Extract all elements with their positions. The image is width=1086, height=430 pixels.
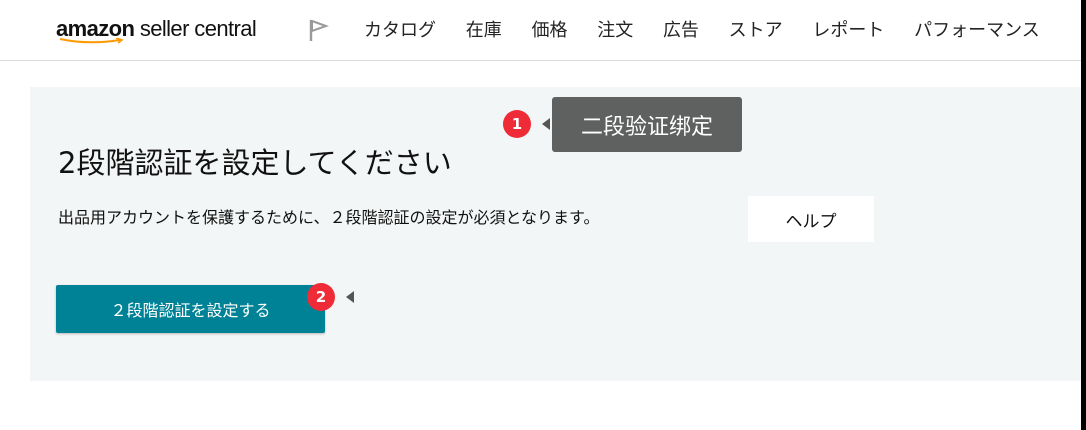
step-badge-1: 1 [503,110,531,138]
page-title: 2段階認証を設定してください [58,146,452,181]
nav-item-advertising[interactable]: 広告 [663,18,699,44]
nav-item-stores[interactable]: ストア [729,18,783,44]
top-navigation-bar: amazon seller central カタログ 在庫 価格 注文 広告 ス… [0,0,1083,61]
arrow-left-icon [346,291,354,303]
nav-item-performance[interactable]: パフォーマンス [914,18,1040,44]
window-edge-divider [1081,0,1086,430]
nav-item-inventory[interactable]: 在庫 [466,18,502,44]
page-description: 出品用アカウントを保護するために、２段階認証の設定が必須となります。 [58,208,600,227]
annotation-tooltip: 二段验证绑定 [552,97,742,152]
amazon-seller-central-logo[interactable]: amazon seller central [56,16,257,44]
nav-item-pricing[interactable]: 価格 [531,18,567,44]
nav-item-catalog[interactable]: カタログ [364,18,436,44]
main-nav-menu: カタログ 在庫 価格 注文 広告 ストア レポート パフォーマンス [364,18,1064,44]
amazon-smile-icon [59,38,124,44]
help-button[interactable]: ヘルプ [748,196,874,242]
logo-rest-text: seller central [134,16,257,41]
step-badge-2: 2 [307,283,335,311]
nav-item-reports[interactable]: レポート [812,18,884,44]
flag-icon[interactable] [309,18,329,42]
arrow-left-icon [542,118,550,130]
nav-item-orders[interactable]: 注文 [597,18,633,44]
setup-two-step-verification-button[interactable]: ２段階認証を設定する [56,285,325,333]
